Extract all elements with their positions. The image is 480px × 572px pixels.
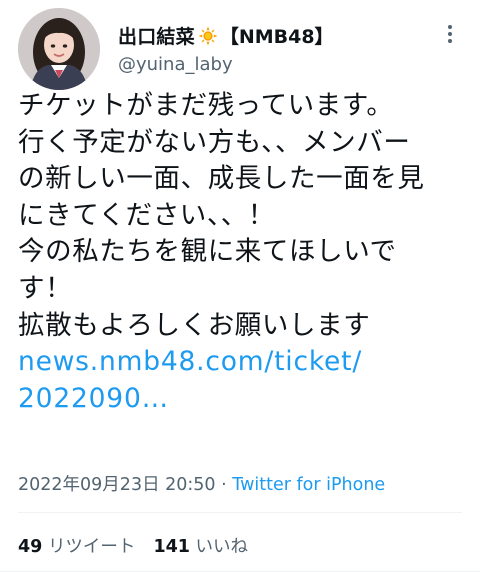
sun-emoji-icon — [198, 26, 218, 46]
tweet-stats: 49 リツイート 141 いいね — [18, 533, 248, 558]
group-tag: 【NMB48】 — [219, 26, 334, 48]
meta-separator: · — [215, 475, 233, 495]
tweet-text-line: 行く予定がない方も、、メンバー — [18, 126, 411, 158]
tweet-text-line: チケットがまだ残っています。 — [18, 90, 394, 121]
author-name-row[interactable]: 出口結菜 【NMB48】 — [118, 22, 334, 49]
likes-stat[interactable]: 141 いいね — [153, 537, 248, 557]
tweet-meta: 2022年09月23日 20:50 · Twitter for iPhone — [18, 471, 385, 496]
retweets-label: リツイート — [47, 537, 136, 557]
tweet-text-line: 拡散もよろしくお願いします — [18, 309, 371, 341]
retweets-count: 49 — [18, 537, 43, 557]
avatar[interactable] — [18, 8, 100, 90]
retweets-stat[interactable]: 49 リツイート — [18, 537, 135, 557]
likes-label: いいね — [195, 537, 249, 557]
tweet-card: 出口結菜 【NMB48】 @yuina_laby チケットがまだ残っています。 … — [0, 0, 480, 572]
tweet-text-line: の新しい一面、成長した一面を見 — [18, 163, 425, 195]
author-handle[interactable]: @yuina_laby — [118, 54, 233, 75]
avatar-image — [18, 8, 100, 90]
likes-count: 141 — [153, 537, 190, 557]
more-vertical-icon[interactable] — [441, 20, 459, 48]
tweet-text-line: す！ — [18, 272, 73, 304]
tweet-text: チケットがまだ残っています。 行く予定がない方も、、メンバー の新しい一面、成長… — [18, 88, 468, 417]
divider — [18, 512, 462, 513]
ticket-link[interactable]: news.nmb48.com/ticket/ — [18, 346, 362, 377]
display-name[interactable]: 出口結菜 — [118, 22, 195, 49]
tweet-source-link[interactable]: Twitter for iPhone — [232, 475, 385, 495]
tweet-text-line: 今の私たちを観に来てほしいで — [18, 236, 397, 268]
tweet-text-line: にきてください、、！ — [18, 199, 275, 231]
ticket-link-continued[interactable]: 2022090… — [18, 383, 169, 414]
tweet-timestamp[interactable]: 2022年09月23日 20:50 — [18, 475, 216, 495]
